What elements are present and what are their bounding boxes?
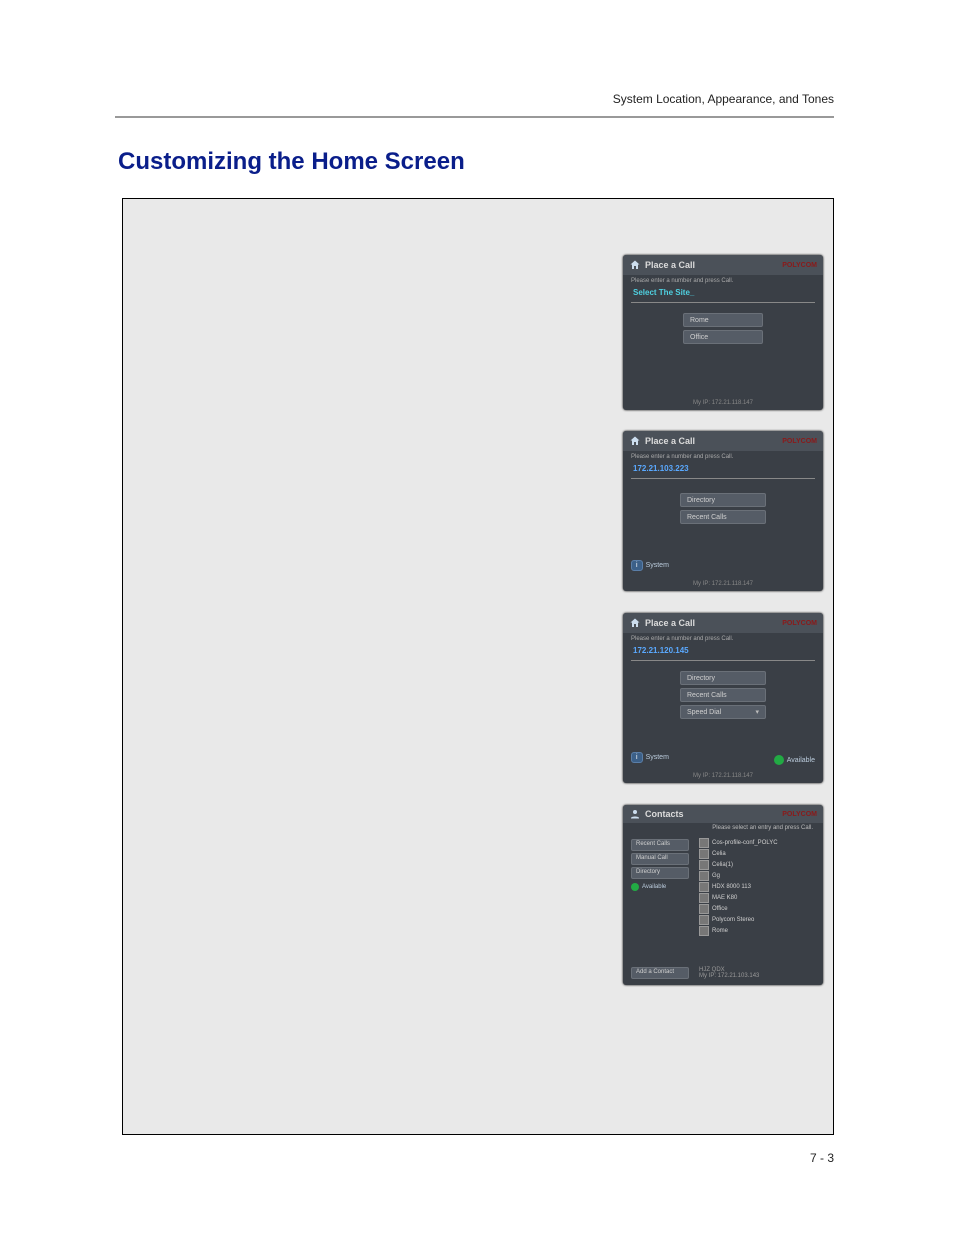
info-icon: i (631, 752, 643, 763)
prompt-text: Please select an entry and press Call. (623, 823, 823, 835)
dial-input[interactable]: 172.21.103.223 (631, 462, 815, 479)
directory-button[interactable]: Directory (631, 867, 689, 879)
presence-status[interactable]: Available (631, 883, 693, 891)
contact-icon (699, 904, 709, 914)
page-number: 7 - 3 (810, 1151, 834, 1165)
brand-logo: POLYCOM (782, 438, 817, 445)
list-item[interactable]: Office (699, 904, 815, 914)
ip-footer: My IP: 172.21.118.147 (623, 400, 823, 406)
title-bar: Place a Call POLYCOM (623, 431, 823, 451)
manual-call-button[interactable]: Manual Call (631, 853, 689, 865)
screenshot-simple: Place a Call POLYCOM Please enter a numb… (623, 255, 823, 410)
screen-title: Place a Call (645, 618, 695, 628)
header-rule (115, 116, 834, 118)
screenshot-contacts: Contacts POLYCOM Please select an entry … (623, 805, 823, 985)
brand-logo: POLYCOM (782, 620, 817, 627)
contact-icon (699, 849, 709, 859)
contact-icon (699, 838, 709, 848)
contacts-list: Cos-profile-conf_POLYC Celia Celia(1) Gg… (693, 837, 815, 937)
home-icon (629, 435, 641, 447)
list-item[interactable]: Polycom Stereo (699, 915, 815, 925)
list-item[interactable]: Celia (699, 849, 815, 859)
contact-icon (699, 871, 709, 881)
prompt-text: Please enter a number and press Call. (623, 451, 823, 462)
screen-title: Contacts (645, 809, 684, 819)
title-bar: Place a Call POLYCOM (623, 255, 823, 275)
speed-dial-dropdown[interactable]: Speed Dial▾ (680, 705, 766, 719)
title-bar: Place a Call POLYCOM (623, 613, 823, 633)
contact-icon (699, 893, 709, 903)
screenshot-speeddial: Place a Call POLYCOM Please enter a numb… (623, 613, 823, 783)
site-button-2[interactable]: Office (683, 330, 763, 344)
dial-input[interactable]: 172.21.120.145 (631, 644, 815, 661)
list-item[interactable]: Gg (699, 871, 815, 881)
title-bar: Contacts POLYCOM (623, 805, 823, 823)
chevron-down-icon: ▾ (755, 708, 759, 716)
info-icon: i (631, 560, 643, 571)
recent-calls-button[interactable]: Recent Calls (680, 510, 766, 524)
directory-button[interactable]: Directory (680, 493, 766, 507)
home-icon (629, 617, 641, 629)
presence-status[interactable]: Available (774, 755, 815, 765)
brand-logo: POLYCOM (782, 811, 817, 818)
presence-icon (774, 755, 784, 765)
brand-logo: POLYCOM (782, 262, 817, 269)
dial-input[interactable]: Select The Site_ (631, 286, 815, 303)
presence-icon (631, 883, 639, 891)
contacts-sidebar: Recent Calls Manual Call Directory Avail… (631, 837, 693, 937)
contact-icon (699, 860, 709, 870)
add-contact-button[interactable]: Add a Contact (631, 967, 689, 979)
system-button[interactable]: iSystem (631, 752, 669, 763)
contact-icon (699, 926, 709, 936)
page-title: Customizing the Home Screen (118, 148, 465, 176)
ip-footer: My IP: 172.21.118.147 (623, 773, 823, 779)
system-button[interactable]: iSystem (631, 560, 669, 571)
figure-frame: Place a Call POLYCOM Please enter a numb… (122, 198, 834, 1135)
list-item[interactable]: Celia(1) (699, 860, 815, 870)
recent-calls-button[interactable]: Recent Calls (631, 839, 689, 851)
device-info: HJZ QDX My IP: 172.21.103.143 (699, 967, 759, 979)
running-header: System Location, Appearance, and Tones (613, 92, 834, 106)
list-item[interactable]: Cos-profile-conf_POLYC (699, 838, 815, 848)
recent-calls-button[interactable]: Recent Calls (680, 688, 766, 702)
ip-footer: My IP: 172.21.118.147 (623, 581, 823, 587)
list-item[interactable]: Rome (699, 926, 815, 936)
home-icon (629, 259, 641, 271)
contact-icon (699, 882, 709, 892)
list-item[interactable]: MAE K80 (699, 893, 815, 903)
screen-title: Place a Call (645, 260, 695, 270)
prompt-text: Please enter a number and press Call. (623, 633, 823, 644)
screenshot-directory: Place a Call POLYCOM Please enter a numb… (623, 431, 823, 591)
contact-icon (699, 915, 709, 925)
site-button-1[interactable]: Rome (683, 313, 763, 327)
contacts-icon (629, 808, 641, 820)
screen-title: Place a Call (645, 436, 695, 446)
prompt-text: Please enter a number and press Call. (623, 275, 823, 286)
directory-button[interactable]: Directory (680, 671, 766, 685)
list-item[interactable]: HDX 8000 113 (699, 882, 815, 892)
